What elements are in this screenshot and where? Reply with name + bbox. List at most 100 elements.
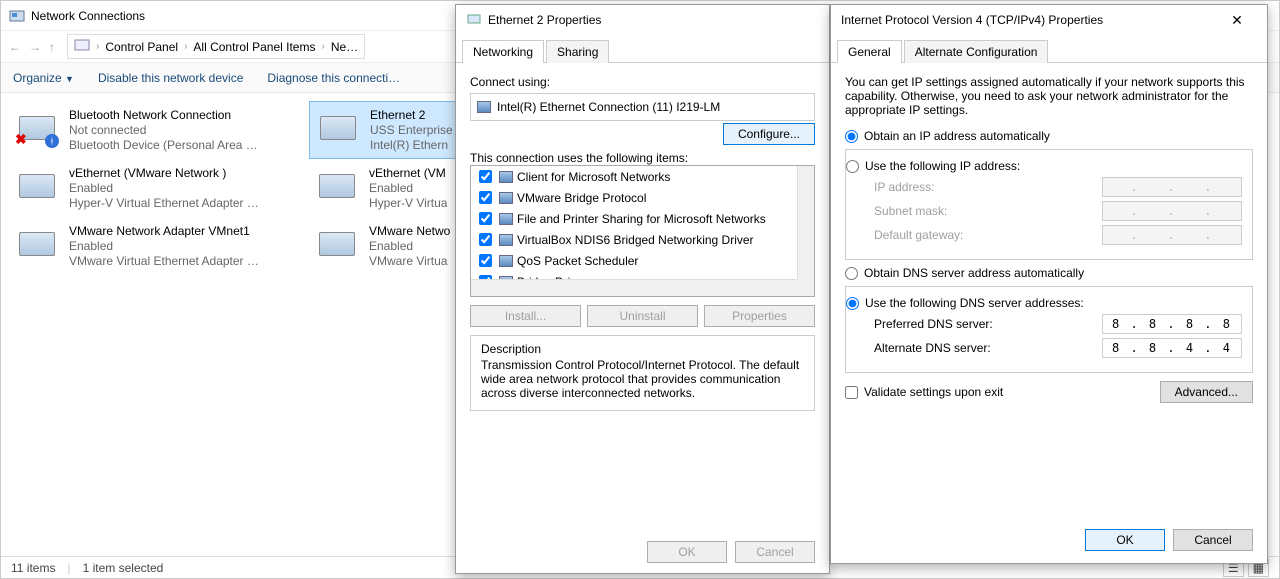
ipv4-properties-dialog: Internet Protocol Version 4 (TCP/IPv4) P… [830, 4, 1268, 564]
connection-name: vEthernet (VM [369, 166, 447, 181]
preferred-dns-label: Preferred DNS server: [874, 317, 993, 331]
connection-item[interactable]: vEthernet (VMware Network ) Enabled Hype… [9, 159, 309, 217]
cancel-button[interactable]: Cancel [1173, 529, 1253, 551]
disable-device-button[interactable]: Disable this network device [98, 71, 243, 85]
breadcrumb[interactable]: › Control Panel› All Control Panel Items… [67, 34, 365, 59]
nav-up-icon[interactable]: ↑ [49, 40, 55, 54]
description-text: Transmission Control Protocol/Internet P… [481, 358, 804, 400]
component-checkbox[interactable] [479, 212, 492, 225]
bluetooth-icon: ᚼ [45, 134, 59, 148]
connection-device: Hyper-V Virtua [369, 196, 447, 211]
breadcrumb-segment[interactable]: Control Panel [105, 40, 178, 54]
component-label: VirtualBox NDIS6 Bridged Networking Driv… [517, 233, 754, 247]
connection-device: Intel(R) Ethern [370, 138, 453, 153]
protocol-icon [499, 297, 513, 298]
scrollbar-vertical[interactable] [797, 166, 814, 279]
dialog-title: Ethernet 2 Properties [488, 13, 601, 27]
tab-alternate-configuration[interactable]: Alternate Configuration [904, 40, 1049, 63]
cancel-button[interactable]: Cancel [735, 541, 815, 563]
radio-auto-ip[interactable]: Obtain an IP address automatically [845, 129, 1253, 143]
radio-auto-dns[interactable]: Obtain DNS server address automatically [845, 266, 1253, 280]
connection-item[interactable]: VMware Network Adapter VMnet1 Enabled VM… [9, 217, 309, 275]
validate-checkbox[interactable]: Validate settings upon exit [845, 385, 1003, 399]
nic-icon [13, 226, 61, 266]
preferred-dns-input[interactable]: 8 . 8 . 8 . 8 [1102, 314, 1242, 334]
component-checkbox[interactable] [479, 170, 492, 183]
tab-networking[interactable]: Networking [462, 40, 544, 63]
connection-name: vEthernet (VMware Network ) [69, 166, 259, 181]
connection-name: Ethernet 2 [370, 108, 453, 123]
radio-use-dns[interactable]: Use the following DNS server addresses: [846, 296, 1242, 310]
item-count: 11 items [11, 561, 55, 575]
protocol-icon [499, 255, 513, 267]
connection-name: VMware Netwo [369, 224, 450, 239]
component-checkbox[interactable] [479, 296, 492, 297]
dialog-titlebar: Internet Protocol Version 4 (TCP/IPv4) P… [831, 5, 1267, 35]
description-box: Description Transmission Control Protoco… [470, 335, 815, 411]
component-item[interactable]: VirtualBox NDIS6 Bridged Networking Driv… [471, 229, 814, 250]
subnet-label: Subnet mask: [874, 204, 947, 218]
selection-count: 1 item selected [83, 561, 164, 575]
alternate-dns-input[interactable]: 8 . 8 . 4 . 4 [1102, 338, 1242, 358]
connection-item[interactable]: VMware Netwo Enabled VMware Virtua [309, 217, 459, 275]
protocol-icon [499, 192, 513, 204]
install-button[interactable]: Install... [470, 305, 581, 327]
connection-item[interactable]: Ethernet 2 USS Enterprise Intel(R) Ether… [309, 101, 459, 159]
nic-icon [313, 168, 361, 208]
component-checkbox[interactable] [479, 191, 492, 204]
gateway-input: . . . [1102, 225, 1242, 245]
window-title: Network Connections [31, 9, 145, 23]
nic-icon [13, 168, 61, 208]
ok-button[interactable]: OK [1085, 529, 1165, 551]
connection-status: Enabled [69, 181, 259, 196]
breadcrumb-segment[interactable]: All Control Panel Items [193, 40, 315, 54]
ok-button[interactable]: OK [647, 541, 727, 563]
connection-name: Bluetooth Network Connection [69, 108, 258, 123]
close-icon[interactable]: ✕ [1217, 12, 1257, 29]
gateway-label: Default gateway: [874, 228, 963, 242]
components-list[interactable]: Client for Microsoft Networks VMware Bri… [470, 165, 815, 297]
connection-device: VMware Virtual Ethernet Adapter … [69, 254, 259, 269]
connection-status: Enabled [369, 181, 447, 196]
tab-sharing[interactable]: Sharing [546, 40, 609, 63]
connection-item[interactable]: vEthernet (VM Enabled Hyper-V Virtua [309, 159, 459, 217]
network-icon [466, 11, 482, 30]
component-checkbox[interactable] [479, 233, 492, 246]
component-label: QoS Packet Scheduler [517, 254, 638, 268]
disconnected-icon: ✖ [15, 131, 27, 148]
description-label: Description [481, 342, 804, 356]
radio-use-ip[interactable]: Use the following IP address: [846, 159, 1242, 173]
uninstall-button[interactable]: Uninstall [587, 305, 698, 327]
component-item[interactable]: VMware Bridge Protocol [471, 187, 814, 208]
component-item[interactable]: QoS Packet Scheduler [471, 250, 814, 271]
connection-name: VMware Network Adapter VMnet1 [69, 224, 259, 239]
component-label: VMware Bridge Protocol [517, 191, 646, 205]
properties-button[interactable]: Properties [704, 305, 815, 327]
connect-using-label: Connect using: [470, 75, 815, 89]
component-item[interactable]: Client for Microsoft Networks [471, 166, 814, 187]
connection-status: Enabled [69, 239, 259, 254]
protocol-icon [499, 171, 513, 183]
advanced-button[interactable]: Advanced... [1160, 381, 1253, 403]
nav-back-icon[interactable]: ← [9, 40, 21, 54]
connection-device: Hyper-V Virtual Ethernet Adapter … [69, 196, 259, 211]
component-checkbox[interactable] [479, 254, 492, 267]
breadcrumb-segment[interactable]: Ne… [331, 40, 358, 54]
scrollbar-horizontal[interactable] [471, 279, 797, 296]
items-label: This connection uses the following items… [470, 151, 815, 165]
adapter-name: Intel(R) Ethernet Connection (11) I219-L… [497, 100, 720, 114]
component-label: Client for Microsoft Networks [517, 170, 670, 184]
organize-menu[interactable]: Organize ▼ [13, 71, 74, 85]
subnet-input: . . . [1102, 201, 1242, 221]
intro-text: You can get IP settings assigned automat… [845, 75, 1253, 117]
nav-forward-icon[interactable]: → [29, 40, 41, 54]
ethernet-properties-dialog: Ethernet 2 Properties Networking Sharing… [455, 4, 830, 574]
nic-icon: ᚼ ✖ [13, 110, 61, 150]
configure-button[interactable]: Configure... [723, 123, 815, 145]
component-item[interactable]: File and Printer Sharing for Microsoft N… [471, 208, 814, 229]
tab-general[interactable]: General [837, 40, 902, 63]
connection-item[interactable]: ᚼ ✖ Bluetooth Network Connection Not con… [9, 101, 309, 159]
dialog-title: Internet Protocol Version 4 (TCP/IPv4) P… [841, 13, 1103, 27]
diagnose-button[interactable]: Diagnose this connecti… [267, 71, 400, 85]
nic-icon [477, 101, 491, 113]
